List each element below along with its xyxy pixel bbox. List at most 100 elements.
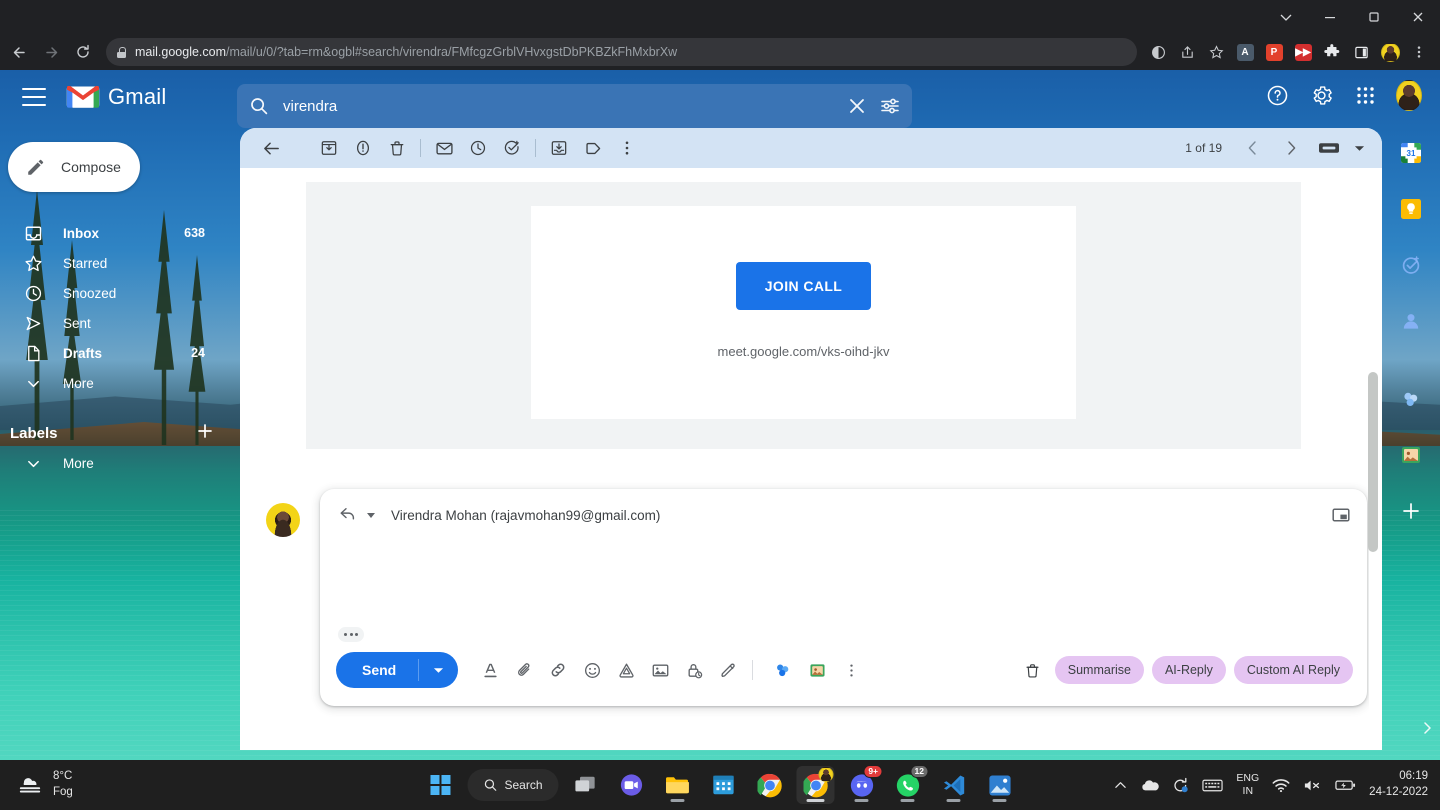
close-window-button[interactable] bbox=[1396, 0, 1440, 34]
mark-unread-icon[interactable] bbox=[427, 131, 461, 165]
back-arrow-icon[interactable] bbox=[254, 131, 288, 165]
send-button[interactable]: Send bbox=[336, 652, 459, 688]
show-trimmed-content-icon[interactable] bbox=[338, 627, 364, 642]
whatsapp-icon[interactable]: 12 bbox=[889, 765, 929, 804]
send-options-icon[interactable] bbox=[419, 666, 458, 675]
sidebar-item-inbox[interactable]: Inbox 638 bbox=[0, 218, 227, 248]
chevron-left-icon[interactable] bbox=[1236, 131, 1270, 165]
ai-button-summarise[interactable]: Summarise bbox=[1054, 656, 1144, 684]
address-bar[interactable]: mail.google.com/mail/u/0/?tab=rm&ogbl#se… bbox=[106, 38, 1137, 66]
pdf2-extension-icon[interactable]: ▶▶ bbox=[1290, 39, 1316, 65]
file-explorer-icon[interactable] bbox=[659, 766, 697, 804]
incognito-badge-icon[interactable] bbox=[1145, 39, 1171, 65]
kebab-menu-icon[interactable] bbox=[1406, 39, 1432, 65]
label-icon[interactable] bbox=[576, 131, 610, 165]
help-icon[interactable] bbox=[1264, 82, 1290, 108]
battery-charging-icon[interactable] bbox=[1335, 778, 1356, 792]
insert-signature-icon[interactable] bbox=[714, 656, 742, 684]
insert-link-icon[interactable] bbox=[544, 656, 572, 684]
trash-icon[interactable] bbox=[1019, 656, 1047, 684]
back-button[interactable] bbox=[4, 37, 34, 67]
grammarly-extension-icon[interactable]: A bbox=[1232, 39, 1258, 65]
puzzle-extensions-icon[interactable] bbox=[1319, 39, 1345, 65]
windows-update-icon[interactable] bbox=[1172, 777, 1189, 794]
reload-button[interactable] bbox=[68, 37, 98, 67]
apps-grid-icon[interactable] bbox=[1352, 82, 1378, 108]
insert-drive-icon[interactable] bbox=[612, 656, 640, 684]
hamburger-icon[interactable] bbox=[22, 88, 46, 106]
move-to-icon[interactable] bbox=[542, 131, 576, 165]
sidebar-item-more[interactable]: More bbox=[0, 368, 227, 398]
photos-icon[interactable] bbox=[981, 766, 1019, 804]
meet-link[interactable]: meet.google.com/vks-oihd-jkv bbox=[531, 344, 1076, 359]
account-avatar[interactable] bbox=[1396, 79, 1422, 111]
message-scrollbar-track[interactable] bbox=[1368, 172, 1380, 746]
reply-arrow-icon[interactable] bbox=[338, 504, 357, 527]
calendar-icon[interactable]: 31 bbox=[1400, 142, 1422, 164]
discord-icon[interactable]: 9+ bbox=[843, 765, 883, 804]
wifi-icon[interactable] bbox=[1272, 778, 1290, 793]
snooze-icon[interactable] bbox=[461, 131, 495, 165]
grammarly-addon-icon[interactable] bbox=[1400, 444, 1422, 466]
weather-widget[interactable]: 8°C Fog bbox=[16, 769, 73, 800]
chrome-icon[interactable] bbox=[751, 766, 789, 804]
pdf-extension-icon[interactable]: P bbox=[1261, 39, 1287, 65]
tasks-icon[interactable] bbox=[1400, 254, 1422, 276]
archive-icon[interactable] bbox=[312, 131, 346, 165]
grammarly-addon-icon[interactable] bbox=[803, 656, 831, 684]
mailai-addon-icon[interactable] bbox=[769, 656, 797, 684]
delete-icon[interactable] bbox=[380, 131, 414, 165]
join-call-button[interactable]: JOIN CALL bbox=[735, 262, 872, 310]
input-tools-icon[interactable] bbox=[1312, 131, 1346, 165]
close-icon[interactable] bbox=[848, 97, 866, 115]
sidebar-item-snoozed[interactable]: Snoozed bbox=[0, 278, 227, 308]
chevron-up-icon[interactable] bbox=[1114, 779, 1127, 792]
insert-emoji-icon[interactable] bbox=[578, 656, 606, 684]
taskbar-search[interactable]: Search bbox=[467, 769, 559, 801]
popout-window-icon[interactable] bbox=[1331, 505, 1351, 525]
sidepanel-icon[interactable] bbox=[1348, 39, 1374, 65]
ai-button-custom-ai-reply[interactable]: Custom AI Reply bbox=[1233, 656, 1353, 684]
touch-keyboard-icon[interactable] bbox=[1202, 778, 1224, 793]
message-scrollbar-thumb[interactable] bbox=[1368, 372, 1378, 552]
calendar-app-icon[interactable] bbox=[705, 766, 743, 804]
sidebar-item-labels-more[interactable]: More bbox=[0, 448, 227, 478]
formatting-options-icon[interactable] bbox=[476, 656, 504, 684]
attach-file-icon[interactable] bbox=[510, 656, 538, 684]
sidebar-item-drafts[interactable]: Drafts 24 bbox=[0, 338, 227, 368]
gmail-logo[interactable]: Gmail bbox=[66, 84, 166, 110]
add-to-tasks-icon[interactable] bbox=[495, 131, 529, 165]
add-ons-plus-icon[interactable] bbox=[1400, 500, 1422, 522]
share-icon[interactable] bbox=[1174, 39, 1200, 65]
teams-icon[interactable] bbox=[613, 766, 651, 804]
volume-mute-icon[interactable] bbox=[1303, 778, 1322, 793]
chevron-down-icon[interactable] bbox=[1350, 131, 1368, 165]
plus-icon[interactable] bbox=[197, 423, 213, 443]
tab-search-icon[interactable] bbox=[1264, 0, 1308, 34]
task-view-icon[interactable] bbox=[567, 766, 605, 804]
language-indicator[interactable]: ENG IN bbox=[1236, 772, 1259, 798]
ai-button-ai-reply[interactable]: AI-Reply bbox=[1151, 656, 1226, 684]
onedrive-cloud-icon[interactable] bbox=[1140, 778, 1160, 793]
vscode-icon[interactable] bbox=[935, 766, 973, 804]
windows-start-icon[interactable] bbox=[421, 766, 459, 804]
chrome-profile-icon[interactable] bbox=[796, 766, 835, 804]
more-options-icon[interactable] bbox=[610, 131, 644, 165]
keep-icon[interactable] bbox=[1400, 198, 1422, 220]
sidebar-item-sent[interactable]: Sent bbox=[0, 308, 227, 338]
confidential-mode-icon[interactable] bbox=[680, 656, 708, 684]
search-input[interactable] bbox=[283, 97, 834, 115]
bookmark-star-icon[interactable] bbox=[1203, 39, 1229, 65]
more-options-icon[interactable] bbox=[837, 656, 865, 684]
maximize-button[interactable] bbox=[1352, 0, 1396, 34]
search-options-icon[interactable] bbox=[880, 96, 900, 116]
search-bar[interactable] bbox=[237, 84, 912, 128]
clock[interactable]: 06:19 24-12-2022 bbox=[1369, 769, 1428, 800]
contacts-icon[interactable] bbox=[1400, 310, 1422, 332]
compose-button[interactable]: Compose bbox=[8, 142, 140, 192]
profile-avatar[interactable] bbox=[1377, 39, 1403, 65]
minimize-button[interactable] bbox=[1308, 0, 1352, 34]
settings-gear-icon[interactable] bbox=[1308, 82, 1334, 108]
reply-recipient[interactable]: Virendra Mohan (rajavmohan99@gmail.com) bbox=[391, 508, 660, 523]
insert-photo-icon[interactable] bbox=[646, 656, 674, 684]
